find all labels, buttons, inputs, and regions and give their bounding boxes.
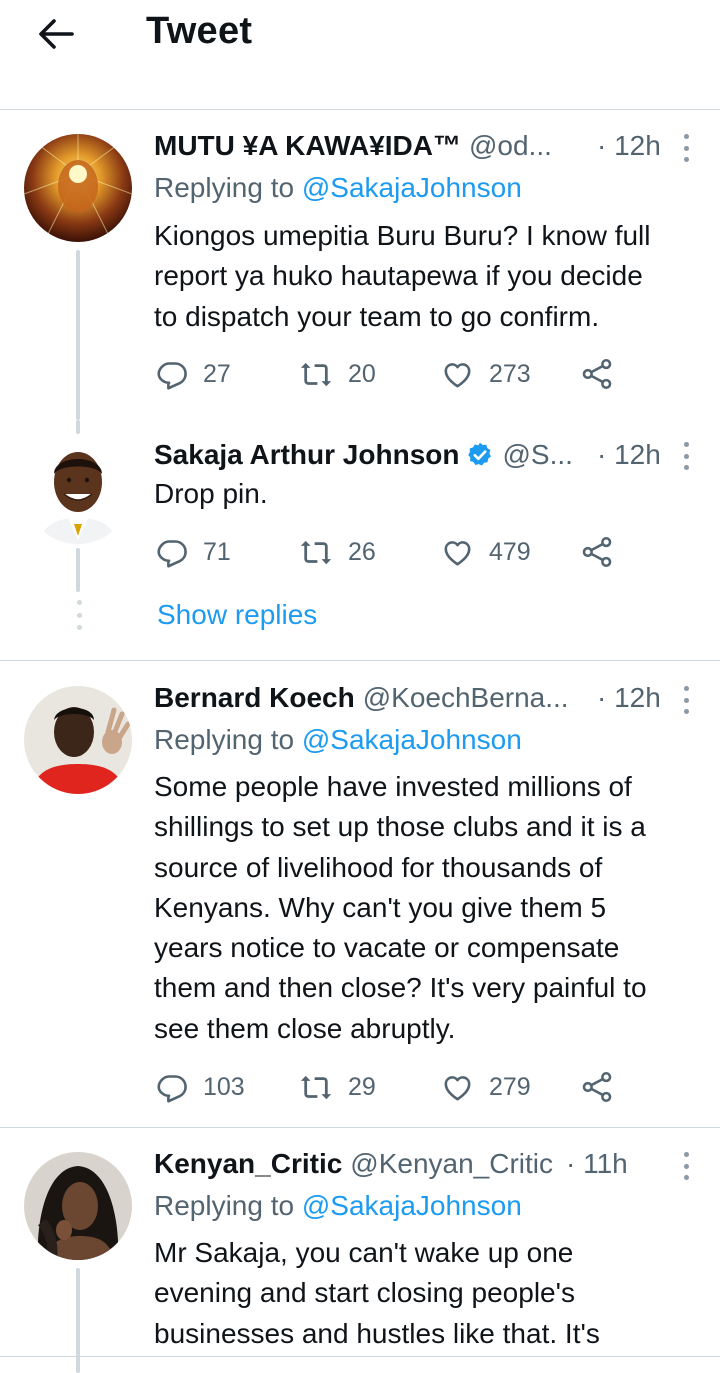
page-title: Tweet bbox=[146, 10, 253, 52]
like-button[interactable]: 279 bbox=[440, 1067, 531, 1107]
tweet-time: · 12h bbox=[597, 682, 661, 713]
reply-button[interactable]: 103 bbox=[156, 1067, 245, 1107]
back-button[interactable] bbox=[30, 12, 82, 56]
retweet-icon bbox=[298, 358, 334, 391]
author-name: Sakaja Arthur Johnson bbox=[154, 439, 460, 470]
reply-icon bbox=[156, 358, 189, 391]
retweet-button[interactable]: 20 bbox=[298, 354, 376, 394]
like-count: 273 bbox=[489, 359, 531, 388]
replying-to: Replying to @SakajaJohnson bbox=[154, 1190, 522, 1222]
like-icon bbox=[440, 1071, 475, 1104]
like-icon bbox=[440, 358, 475, 391]
thread-line bbox=[76, 250, 80, 420]
replying-to-label: Replying to bbox=[154, 1190, 295, 1221]
divider bbox=[0, 1127, 720, 1128]
author-name: MUTU ¥A KAWA¥IDA™ bbox=[154, 130, 461, 161]
replying-to-label: Replying to bbox=[154, 172, 295, 203]
avatar-image bbox=[24, 686, 132, 794]
avatar-image bbox=[24, 134, 132, 242]
replying-to: Replying to @SakajaJohnson bbox=[154, 724, 522, 756]
share-icon bbox=[580, 535, 614, 569]
replying-to-link[interactable]: @SakajaJohnson bbox=[302, 724, 522, 755]
tweet-actions: 71 26 479 bbox=[156, 532, 636, 572]
like-icon bbox=[440, 536, 475, 569]
replying-to: Replying to @SakajaJohnson bbox=[154, 172, 522, 204]
reply-count: 103 bbox=[203, 1072, 245, 1101]
share-button[interactable] bbox=[580, 532, 614, 572]
share-icon bbox=[580, 357, 614, 391]
avatar-image bbox=[24, 436, 132, 544]
reply-button[interactable]: 27 bbox=[156, 354, 231, 394]
author-handle: @KoechBerna... bbox=[362, 682, 569, 713]
tweet-text: Drop pin. bbox=[154, 478, 268, 509]
reply-icon bbox=[156, 536, 189, 569]
avatar[interactable] bbox=[24, 686, 132, 794]
avatar-image bbox=[24, 1152, 132, 1260]
tweet-actions: 27 20 273 bbox=[156, 354, 636, 394]
verified-badge-icon bbox=[468, 442, 492, 466]
author-handle: @Kenyan_Critic bbox=[350, 1148, 554, 1179]
bottom-divider bbox=[0, 1356, 720, 1357]
top-bar: Tweet bbox=[0, 0, 720, 86]
like-count: 279 bbox=[489, 1072, 531, 1101]
arrow-left-icon bbox=[39, 19, 74, 49]
like-button[interactable]: 273 bbox=[440, 354, 531, 394]
divider bbox=[0, 660, 720, 661]
retweet-icon bbox=[298, 1071, 334, 1104]
author-handle: @S... bbox=[502, 439, 573, 470]
avatar[interactable] bbox=[24, 436, 132, 544]
share-button[interactable] bbox=[580, 1067, 614, 1107]
thread-line bbox=[76, 1268, 80, 1373]
tweet-author[interactable]: Sakaja Arthur Johnson @S... bbox=[154, 437, 573, 473]
reply-count: 71 bbox=[203, 537, 231, 566]
retweet-button[interactable]: 29 bbox=[298, 1067, 376, 1107]
reply-icon bbox=[156, 1071, 189, 1104]
divider bbox=[0, 109, 720, 110]
retweet-count: 26 bbox=[348, 537, 376, 566]
replying-to-link[interactable]: @SakajaJohnson bbox=[302, 1190, 522, 1221]
avatar[interactable] bbox=[24, 134, 132, 242]
tweet-time: · 11h bbox=[566, 1148, 628, 1179]
reply-button[interactable]: 71 bbox=[156, 532, 231, 572]
show-replies-link[interactable]: Show replies bbox=[157, 598, 317, 632]
share-icon bbox=[580, 1070, 614, 1104]
tweet-text: Some people have invested millions of sh… bbox=[154, 771, 647, 1044]
thread-line bbox=[76, 420, 80, 434]
more-icon[interactable] bbox=[676, 1152, 696, 1180]
retweet-count: 29 bbox=[348, 1072, 376, 1101]
retweet-button[interactable]: 26 bbox=[298, 532, 376, 572]
reply-count: 27 bbox=[203, 359, 231, 388]
replying-to-link[interactable]: @SakajaJohnson bbox=[302, 172, 522, 203]
thread-line bbox=[76, 548, 80, 592]
replying-to-label: Replying to bbox=[154, 724, 295, 755]
avatar[interactable] bbox=[24, 1152, 132, 1260]
tweet-time: · 12h bbox=[597, 130, 661, 161]
author-name: Kenyan_Critic bbox=[154, 1148, 343, 1179]
share-button[interactable] bbox=[580, 354, 614, 394]
thread-continuation-dots bbox=[75, 600, 83, 630]
author-name: Bernard Koech bbox=[154, 682, 355, 713]
tweet-author[interactable]: Kenyan_Critic @Kenyan_Critic bbox=[154, 1146, 553, 1182]
tweet-actions: 103 29 279 bbox=[156, 1067, 636, 1107]
tweet-author[interactable]: Bernard Koech @KoechBerna... bbox=[154, 680, 569, 716]
more-icon[interactable] bbox=[676, 134, 696, 162]
like-button[interactable]: 479 bbox=[440, 532, 531, 572]
tweet-author[interactable]: MUTU ¥A KAWA¥IDA™ @od... bbox=[154, 128, 552, 164]
tweet-text: Mr Sakaja, you can't wake up one evening… bbox=[154, 1237, 600, 1349]
more-icon[interactable] bbox=[676, 442, 696, 470]
like-count: 479 bbox=[489, 537, 531, 566]
author-handle: @od... bbox=[468, 130, 552, 161]
tweet-text: Kiongos umepitia Buru Buru? I know full … bbox=[154, 220, 651, 332]
more-icon[interactable] bbox=[676, 686, 696, 714]
retweet-icon bbox=[298, 536, 334, 569]
tweet-time: · 12h bbox=[597, 439, 661, 470]
retweet-count: 20 bbox=[348, 359, 376, 388]
